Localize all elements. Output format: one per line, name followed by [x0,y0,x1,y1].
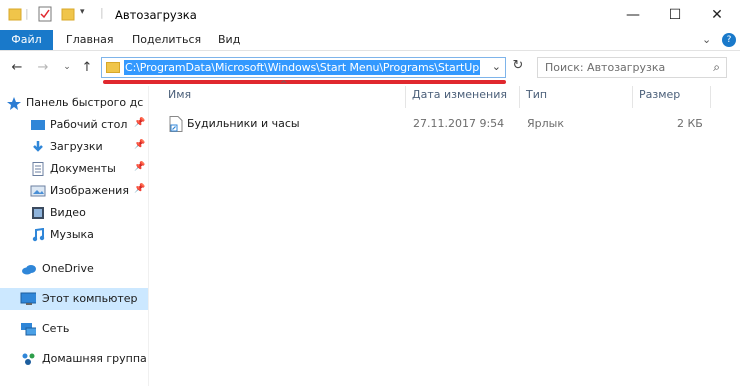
column-divider[interactable] [519,86,520,108]
column-header-date[interactable]: Дата изменения [412,88,507,108]
computer-icon [20,292,36,305]
sidebar-item-label: Изображения [50,184,129,197]
close-button[interactable]: ✕ [696,0,738,30]
sidebar-item-quick-access[interactable]: Панель быстрого дс [0,92,148,114]
sidebar-item-label: Рабочий стол [50,118,128,131]
star-icon [7,97,21,110]
pin-icon: 📌 [134,118,146,128]
sidebar-item-label: Загрузки [50,140,103,153]
forward-button[interactable]: → [34,58,52,76]
tab-share[interactable]: Поделиться [132,30,201,50]
new-folder-icon[interactable] [61,6,75,22]
qat-separator: | [25,7,29,20]
sidebar-item-label: Видео [50,206,86,219]
search-placeholder: Поиск: Автозагрузка [545,61,666,74]
tab-home[interactable]: Главная [66,30,114,50]
search-icon[interactable]: ⌕ [713,60,720,75]
address-dropdown-icon[interactable]: ⌄ [492,60,501,73]
ribbon-tabs: Файл Главная Поделиться Вид ⌄ ? [0,30,740,51]
sidebar-item-label: Домашняя группа [42,352,147,365]
sidebar-item-homegroup[interactable]: Домашняя группа [0,348,148,370]
pin-icon: 📌 [134,184,146,194]
up-button[interactable]: ↑ [78,58,96,76]
title-bar: | ▾ | Автозагрузка — ☐ ✕ [0,0,740,30]
file-name: Будильники и часы [187,117,300,130]
recent-locations-button[interactable]: ⌄ [58,58,76,76]
sidebar-item-images[interactable]: Изображения 📌 [0,180,148,202]
column-divider[interactable] [710,86,711,108]
cloud-icon [22,265,36,275]
folder-icon [8,8,22,21]
qat-separator: | [100,6,104,19]
highlight-underline [103,80,506,84]
pin-icon: 📌 [134,140,146,150]
documents-icon [32,162,44,176]
pin-icon: 📌 [134,162,146,172]
homegroup-icon [22,353,35,365]
sidebar-item-label: Музыка [50,228,94,241]
sidebar-item-this-pc[interactable]: Этот компьютер [0,288,148,310]
sidebar-item-label: Панель быстрого дс [26,96,144,109]
images-icon [30,185,46,197]
address-path[interactable]: C:\ProgramData\Microsoft\Windows\Start M… [124,60,481,75]
back-button[interactable]: ← [8,58,26,76]
address-bar[interactable]: C:\ProgramData\Microsoft\Windows\Start M… [101,57,506,78]
shortcut-file-icon [169,116,183,132]
sort-ascending-icon: ^ [280,80,288,90]
column-divider[interactable] [405,86,406,108]
column-header-name[interactable]: Имя [168,88,191,108]
sidebar-item-music[interactable]: Музыка [0,224,148,246]
sidebar-item-label: Сеть [42,322,70,335]
window-title: Автозагрузка [115,8,197,22]
qat-customize-icon[interactable]: ▾ [80,7,85,17]
file-size: 2 КБ [677,117,703,130]
sidebar-item-downloads[interactable]: Загрузки 📌 [0,136,148,158]
sidebar-item-label: OneDrive [42,262,94,275]
sidebar-item-onedrive[interactable]: OneDrive [0,258,148,280]
column-divider[interactable] [632,86,633,108]
sidebar-item-documents[interactable]: Документы 📌 [0,158,148,180]
properties-icon[interactable] [37,6,53,22]
sidebar-item-videos[interactable]: Видео [0,202,148,224]
column-header-size[interactable]: Размер [639,88,680,108]
download-icon [33,141,43,152]
ribbon-expand-icon[interactable]: ⌄ [702,30,711,50]
file-date: 27.11.2017 9:54 [413,117,505,130]
column-header-type[interactable]: Тип [526,88,547,108]
navigation-pane: Панель быстрого дс Рабочий стол 📌 Загруз… [0,86,149,386]
tab-view[interactable]: Вид [218,30,240,50]
minimize-button[interactable]: — [612,0,654,30]
search-box[interactable]: Поиск: Автозагрузка ⌕ [537,57,727,78]
file-type: Ярлык [527,117,564,130]
sidebar-item-network[interactable]: Сеть [0,318,148,340]
music-icon [32,228,45,242]
help-icon[interactable]: ? [722,33,736,47]
sidebar-item-label: Этот компьютер [42,292,138,305]
sidebar-item-desktop[interactable]: Рабочий стол 📌 [0,114,148,136]
refresh-button[interactable]: ↻ [510,58,526,74]
folder-icon [106,62,120,73]
table-row[interactable]: Будильники и часы 27.11.2017 9:54 Ярлык … [163,114,713,134]
maximize-button[interactable]: ☐ [654,0,696,30]
sidebar-item-label: Документы [50,162,116,175]
tab-file[interactable]: Файл [0,30,53,50]
network-icon [21,323,36,336]
desktop-icon [31,120,45,130]
video-icon [32,207,44,219]
